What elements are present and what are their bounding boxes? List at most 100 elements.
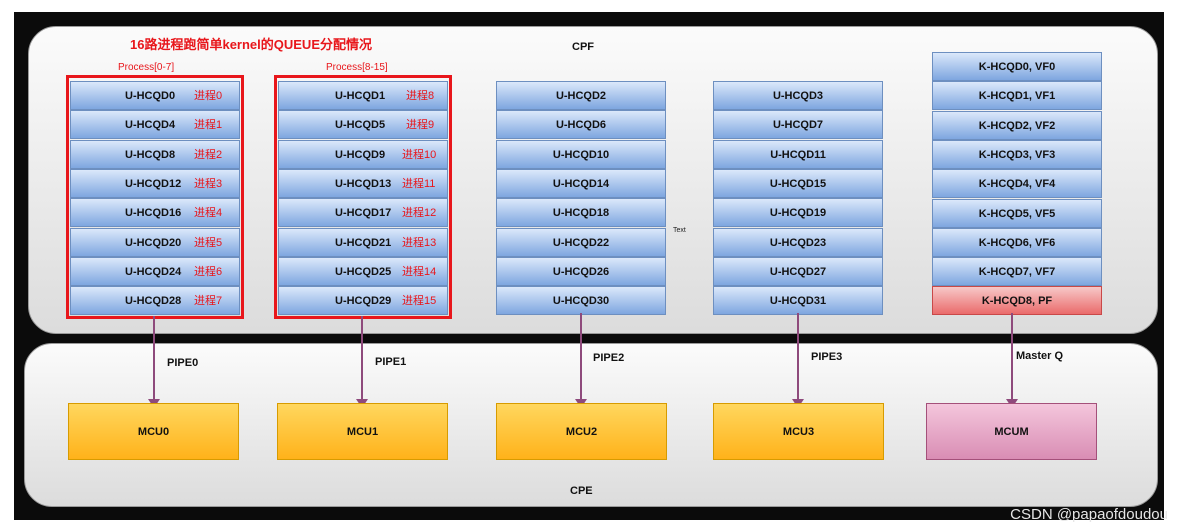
mcu-block: MCU2: [496, 403, 667, 460]
queue-name: U-HCQD14: [552, 177, 610, 190]
process-label: 进程7: [194, 295, 223, 308]
kernel-queue-cell: K-HCQD2, VF2: [932, 110, 1102, 140]
queue-cell: U-HCQD5 进程9: [278, 110, 448, 140]
queue-name: U-HCQD29: [335, 295, 392, 308]
queue-cell: U-HCQD21 进程13: [278, 227, 448, 257]
process-label: 进程0: [194, 90, 223, 102]
queue-name: U-HCQD30: [552, 295, 610, 308]
queue-cell: U-HCQD13 进程11: [278, 168, 448, 198]
queue-cell: U-HCQD16 进程4: [70, 198, 240, 228]
kernel-queue-cell: K-HCQD1, VF1: [932, 81, 1102, 111]
queue-cell: U-HCQD3: [713, 81, 883, 110]
queue-name: U-HCQD3: [772, 90, 824, 102]
queue-cell: U-HCQD22: [496, 227, 666, 257]
kernel-queue-cell: K-HCQD7, VF7: [932, 257, 1102, 287]
queue-name: U-HCQD7: [772, 119, 824, 132]
process-label: 进程1: [194, 119, 223, 132]
process-group-label: Process[8-15]: [326, 62, 388, 73]
kernel-queue-name: K-HCQD8, PF: [981, 295, 1053, 308]
queue-cell: U-HCQD29 进程15: [278, 286, 448, 316]
queue-name: U-HCQD0: [125, 90, 176, 102]
process-label: 进程8: [406, 90, 435, 102]
kernel-queue-cell: K-HCQD8, PF: [932, 286, 1102, 316]
kernel-queue-name: K-HCQD7, VF7: [978, 266, 1056, 279]
watermark: CSDN @papaofdoudou: [1010, 506, 1168, 523]
process-label: 进程6: [194, 265, 223, 278]
queue-cell: U-HCQD17 进程12: [278, 198, 448, 228]
kernel-queue-cell: K-HCQD6, VF6: [932, 227, 1102, 257]
queue-name: U-HCQD28: [125, 295, 182, 308]
diagram-title: 16路进程跑简单kernel的QUEUE分配情况: [130, 37, 372, 52]
pipe1-arrow: [356, 316, 368, 408]
mcu-block: MCU0: [68, 403, 239, 460]
queue-cell: U-HCQD4 进程1: [70, 110, 240, 140]
kernel-queue-cell: K-HCQD4, VF4: [932, 169, 1102, 199]
kernel-queue-name: K-HCQD4, VF4: [978, 178, 1056, 191]
kernel-queue-cell: K-HCQD3, VF3: [932, 139, 1102, 169]
pipe-label: PIPE3: [811, 351, 843, 363]
kernel-queue-cell: K-HCQD5, VF5: [932, 198, 1102, 228]
pipe-label: PIPE2: [593, 352, 625, 364]
queue-cell: U-HCQD7: [713, 110, 883, 140]
pipe-label: Master Q: [1016, 350, 1064, 362]
process-label: 进程5: [194, 236, 223, 249]
master-q-arrow: [1006, 313, 1018, 408]
queue-cell: U-HCQD27: [713, 256, 883, 286]
queue-cell: U-HCQD1 进程8: [278, 81, 448, 110]
queue-cell: U-HCQD9 进程10: [278, 139, 448, 169]
queue-name: U-HCQD18: [552, 207, 610, 220]
process-label: 进程3: [194, 177, 223, 190]
queue-name: U-HCQD2: [555, 90, 607, 102]
queue-name: U-HCQD5: [335, 119, 386, 132]
queue-cell: U-HCQD2: [496, 81, 666, 110]
pipe0-arrow: [148, 316, 160, 408]
cpe-label: CPE: [570, 485, 593, 497]
kernel-queue-name: K-HCQD1, VF1: [978, 90, 1056, 103]
queue-cell: U-HCQD24 进程6: [70, 256, 240, 286]
pipe-label: PIPE0: [167, 357, 199, 369]
kernel-queue-cell: K-HCQD0, VF0: [932, 52, 1102, 81]
queue-name: U-HCQD8: [125, 148, 176, 161]
queue-name: U-HCQD16: [125, 207, 182, 220]
queue-name: U-HCQD1: [335, 90, 386, 102]
queue-cell: U-HCQD10: [496, 139, 666, 169]
queue-name: U-HCQD6: [555, 119, 607, 132]
queue-cell: U-HCQD25 进程14: [278, 256, 448, 286]
queue-name: U-HCQD20: [125, 236, 182, 249]
queue-cell: U-HCQD26: [496, 256, 666, 286]
queue-name: U-HCQD27: [769, 265, 827, 278]
queue-name: U-HCQD17: [335, 207, 392, 220]
queue-cell: U-HCQD8 进程2: [70, 139, 240, 169]
mcum-block: MCUM: [926, 403, 1097, 460]
queue-name: U-HCQD31: [769, 295, 827, 308]
queue-cell: U-HCQD20 进程5: [70, 227, 240, 257]
process-label: 进程2: [194, 148, 223, 161]
queue-name: U-HCQD4: [125, 119, 176, 132]
queue-cell: U-HCQD14: [496, 168, 666, 198]
pipe2-arrow: [575, 313, 587, 408]
process-label: 进程13: [402, 236, 437, 249]
process-label: 进程9: [406, 119, 435, 132]
queue-cell: U-HCQD19: [713, 198, 883, 228]
process-label: 进程12: [402, 207, 437, 220]
queue-name: U-HCQD26: [552, 265, 610, 278]
queue-cell: U-HCQD23: [713, 227, 883, 257]
queue-name: U-HCQD10: [552, 148, 610, 161]
kernel-queue-name: K-HCQD3, VF3: [978, 148, 1056, 161]
queue-cell: U-HCQD0 进程0: [70, 81, 240, 110]
process-label: 进程14: [402, 265, 437, 278]
queue-name: U-HCQD12: [125, 177, 182, 190]
stray-text-label: Text: [673, 227, 686, 234]
pipe3-arrow: [792, 313, 804, 408]
mcu-block: MCU3: [713, 403, 884, 460]
queue-cell: U-HCQD18: [496, 198, 666, 228]
kernel-queue-name: K-HCQD6, VF6: [978, 236, 1056, 249]
process-label: 进程11: [402, 177, 436, 190]
queue-name: U-HCQD15: [769, 177, 827, 190]
queue-cell: U-HCQD31: [713, 286, 883, 316]
queue-name: U-HCQD22: [552, 236, 610, 249]
process-group-label: Process[0-7]: [118, 62, 175, 73]
queue-name: U-HCQD23: [769, 236, 827, 249]
queue-name: U-HCQD13: [335, 177, 392, 190]
kernel-queue-name: K-HCQD5, VF5: [978, 207, 1056, 220]
